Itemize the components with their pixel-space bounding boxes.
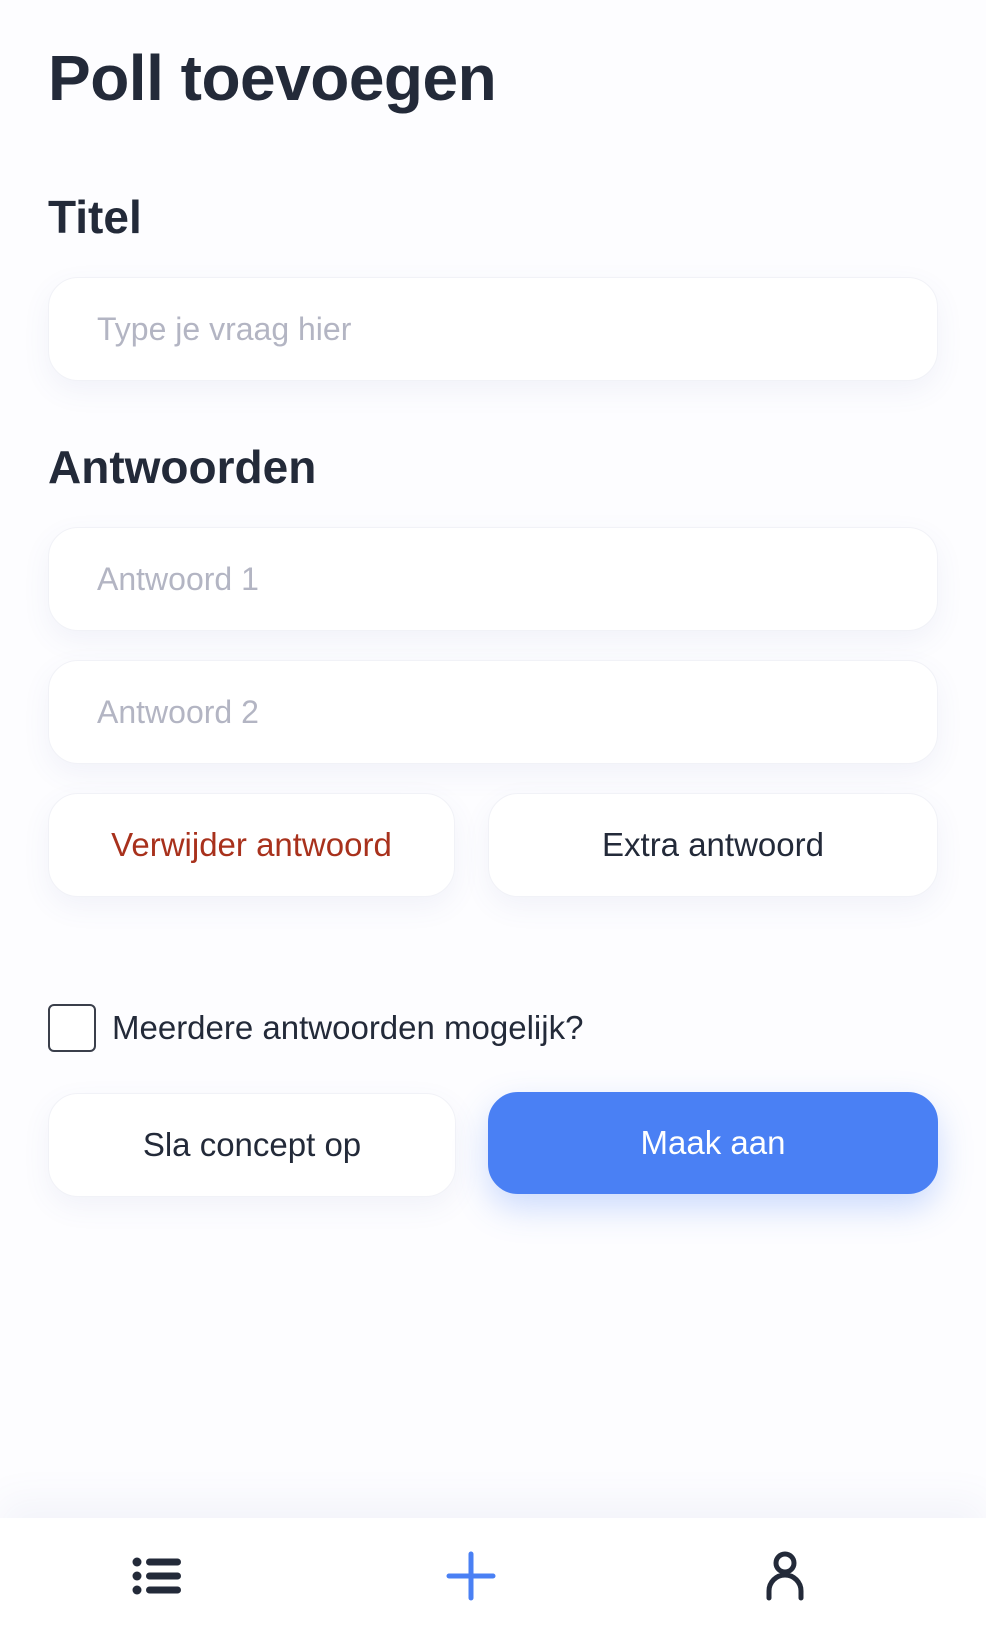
create-poll-button[interactable]: Maak aan bbox=[488, 1092, 938, 1194]
multiple-answers-checkbox[interactable] bbox=[48, 1004, 96, 1052]
title-section-heading: Titel bbox=[48, 191, 142, 243]
remove-answer-label: Verwijder antwoord bbox=[111, 826, 392, 863]
user-icon bbox=[766, 1551, 804, 1601]
answers-section-heading: Antwoorden bbox=[48, 441, 317, 493]
list-icon bbox=[132, 1557, 181, 1595]
add-answer-button[interactable]: Extra antwoord bbox=[488, 793, 938, 897]
save-draft-label: Sla concept op bbox=[142, 1126, 362, 1163]
page-title: Poll toevoegen bbox=[48, 42, 497, 114]
nav-add-poll[interactable] bbox=[439, 1544, 503, 1608]
multiple-answers-option: Meerdere antwoorden mogelijk? bbox=[48, 1004, 583, 1052]
nav-profile[interactable] bbox=[753, 1544, 817, 1608]
bottom-navigation bbox=[0, 1518, 986, 1644]
question-title-input[interactable] bbox=[48, 277, 938, 381]
create-poll-label: Maak aan bbox=[640, 1124, 786, 1161]
plus-icon bbox=[446, 1551, 496, 1601]
answer-input-2[interactable] bbox=[48, 660, 938, 764]
remove-answer-button[interactable]: Verwijder antwoord bbox=[48, 793, 455, 897]
add-answer-label: Extra antwoord bbox=[602, 826, 824, 863]
nav-polls-list[interactable] bbox=[125, 1544, 189, 1608]
save-draft-button[interactable]: Sla concept op bbox=[48, 1093, 456, 1197]
answer-input-1[interactable] bbox=[48, 527, 938, 631]
poll-create-screen: Poll toevoegen Titel Antwoorden Verwijde… bbox=[0, 0, 986, 1644]
multiple-answers-label: Meerdere antwoorden mogelijk? bbox=[112, 1009, 584, 1046]
